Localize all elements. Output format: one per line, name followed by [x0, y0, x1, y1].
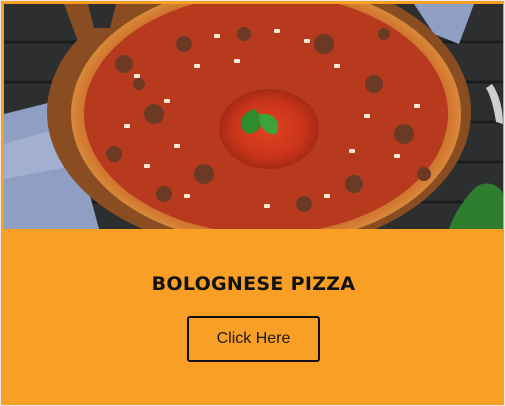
click-here-button[interactable]: Click Here: [187, 316, 320, 362]
product-title: BOLOGNESE PIZZA: [151, 273, 356, 295]
pizza-image: [4, 4, 503, 229]
product-card: BOLOGNESE PIZZA Click Here: [0, 0, 505, 406]
